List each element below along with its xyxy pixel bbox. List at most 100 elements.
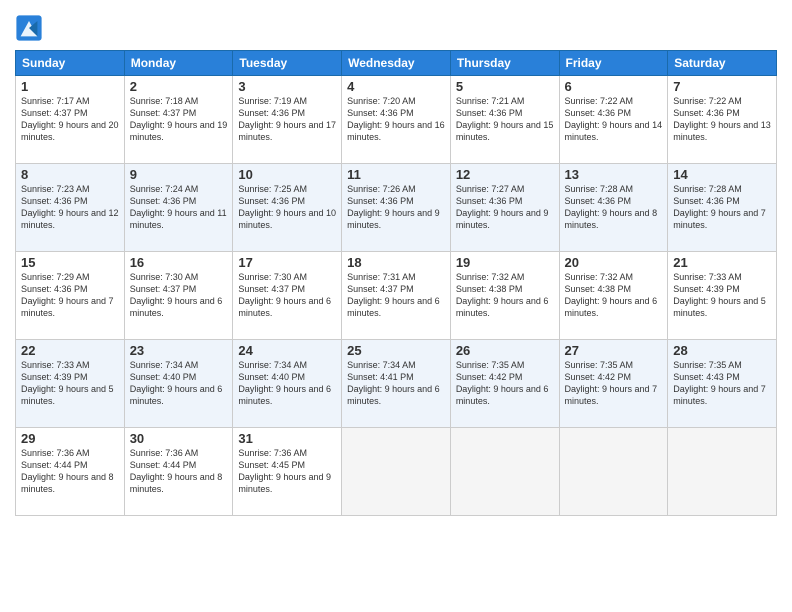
calendar-week-3: 15Sunrise: 7:29 AMSunset: 4:36 PMDayligh… bbox=[16, 252, 777, 340]
day-number: 19 bbox=[456, 255, 554, 270]
logo-icon bbox=[15, 14, 43, 42]
col-header-tuesday: Tuesday bbox=[233, 51, 342, 76]
day-number: 6 bbox=[565, 79, 663, 94]
calendar-day-empty bbox=[559, 428, 668, 516]
day-info: Sunrise: 7:34 AMSunset: 4:41 PMDaylight:… bbox=[347, 359, 445, 408]
calendar-day-4: 4Sunrise: 7:20 AMSunset: 4:36 PMDaylight… bbox=[342, 76, 451, 164]
day-info: Sunrise: 7:22 AMSunset: 4:36 PMDaylight:… bbox=[565, 95, 663, 144]
calendar-day-31: 31Sunrise: 7:36 AMSunset: 4:45 PMDayligh… bbox=[233, 428, 342, 516]
calendar-week-2: 8Sunrise: 7:23 AMSunset: 4:36 PMDaylight… bbox=[16, 164, 777, 252]
calendar-day-empty bbox=[450, 428, 559, 516]
calendar-table: SundayMondayTuesdayWednesdayThursdayFrid… bbox=[15, 50, 777, 516]
calendar-day-17: 17Sunrise: 7:30 AMSunset: 4:37 PMDayligh… bbox=[233, 252, 342, 340]
calendar-day-empty bbox=[342, 428, 451, 516]
day-number: 1 bbox=[21, 79, 119, 94]
calendar-header-row: SundayMondayTuesdayWednesdayThursdayFrid… bbox=[16, 51, 777, 76]
calendar-day-13: 13Sunrise: 7:28 AMSunset: 4:36 PMDayligh… bbox=[559, 164, 668, 252]
day-info: Sunrise: 7:34 AMSunset: 4:40 PMDaylight:… bbox=[238, 359, 336, 408]
day-number: 25 bbox=[347, 343, 445, 358]
day-number: 21 bbox=[673, 255, 771, 270]
calendar-day-2: 2Sunrise: 7:18 AMSunset: 4:37 PMDaylight… bbox=[124, 76, 233, 164]
day-number: 26 bbox=[456, 343, 554, 358]
day-info: Sunrise: 7:30 AMSunset: 4:37 PMDaylight:… bbox=[130, 271, 228, 320]
calendar-day-30: 30Sunrise: 7:36 AMSunset: 4:44 PMDayligh… bbox=[124, 428, 233, 516]
calendar-day-20: 20Sunrise: 7:32 AMSunset: 4:38 PMDayligh… bbox=[559, 252, 668, 340]
calendar-day-15: 15Sunrise: 7:29 AMSunset: 4:36 PMDayligh… bbox=[16, 252, 125, 340]
day-number: 23 bbox=[130, 343, 228, 358]
day-info: Sunrise: 7:35 AMSunset: 4:43 PMDaylight:… bbox=[673, 359, 771, 408]
day-info: Sunrise: 7:28 AMSunset: 4:36 PMDaylight:… bbox=[673, 183, 771, 232]
day-number: 22 bbox=[21, 343, 119, 358]
day-number: 27 bbox=[565, 343, 663, 358]
day-info: Sunrise: 7:17 AMSunset: 4:37 PMDaylight:… bbox=[21, 95, 119, 144]
day-info: Sunrise: 7:34 AMSunset: 4:40 PMDaylight:… bbox=[130, 359, 228, 408]
day-number: 29 bbox=[21, 431, 119, 446]
day-number: 31 bbox=[238, 431, 336, 446]
day-number: 11 bbox=[347, 167, 445, 182]
day-info: Sunrise: 7:31 AMSunset: 4:37 PMDaylight:… bbox=[347, 271, 445, 320]
col-header-sunday: Sunday bbox=[16, 51, 125, 76]
day-info: Sunrise: 7:36 AMSunset: 4:45 PMDaylight:… bbox=[238, 447, 336, 496]
day-number: 17 bbox=[238, 255, 336, 270]
calendar-day-28: 28Sunrise: 7:35 AMSunset: 4:43 PMDayligh… bbox=[668, 340, 777, 428]
day-info: Sunrise: 7:30 AMSunset: 4:37 PMDaylight:… bbox=[238, 271, 336, 320]
day-info: Sunrise: 7:25 AMSunset: 4:36 PMDaylight:… bbox=[238, 183, 336, 232]
day-info: Sunrise: 7:32 AMSunset: 4:38 PMDaylight:… bbox=[456, 271, 554, 320]
day-number: 14 bbox=[673, 167, 771, 182]
day-info: Sunrise: 7:28 AMSunset: 4:36 PMDaylight:… bbox=[565, 183, 663, 232]
day-info: Sunrise: 7:35 AMSunset: 4:42 PMDaylight:… bbox=[456, 359, 554, 408]
col-header-monday: Monday bbox=[124, 51, 233, 76]
day-info: Sunrise: 7:19 AMSunset: 4:36 PMDaylight:… bbox=[238, 95, 336, 144]
calendar-day-24: 24Sunrise: 7:34 AMSunset: 4:40 PMDayligh… bbox=[233, 340, 342, 428]
calendar-day-27: 27Sunrise: 7:35 AMSunset: 4:42 PMDayligh… bbox=[559, 340, 668, 428]
day-info: Sunrise: 7:23 AMSunset: 4:36 PMDaylight:… bbox=[21, 183, 119, 232]
page: SundayMondayTuesdayWednesdayThursdayFrid… bbox=[0, 0, 792, 612]
calendar-day-6: 6Sunrise: 7:22 AMSunset: 4:36 PMDaylight… bbox=[559, 76, 668, 164]
day-info: Sunrise: 7:20 AMSunset: 4:36 PMDaylight:… bbox=[347, 95, 445, 144]
calendar-day-9: 9Sunrise: 7:24 AMSunset: 4:36 PMDaylight… bbox=[124, 164, 233, 252]
calendar-day-10: 10Sunrise: 7:25 AMSunset: 4:36 PMDayligh… bbox=[233, 164, 342, 252]
calendar-week-5: 29 Sunrise: 7:36 AMSunset: 4:44 PMDayligh… bbox=[16, 428, 777, 516]
day-number: 10 bbox=[238, 167, 336, 182]
day-number: 30 bbox=[130, 431, 228, 446]
calendar-day-21: 21Sunrise: 7:33 AMSunset: 4:39 PMDayligh… bbox=[668, 252, 777, 340]
day-number: 15 bbox=[21, 255, 119, 270]
day-number: 7 bbox=[673, 79, 771, 94]
day-info: Sunrise: 7:22 AMSunset: 4:36 PMDaylight:… bbox=[673, 95, 771, 144]
calendar-day-22: 22Sunrise: 7:33 AMSunset: 4:39 PMDayligh… bbox=[16, 340, 125, 428]
calendar-day-16: 16Sunrise: 7:30 AMSunset: 4:37 PMDayligh… bbox=[124, 252, 233, 340]
calendar-day-5: 5Sunrise: 7:21 AMSunset: 4:36 PMDaylight… bbox=[450, 76, 559, 164]
col-header-wednesday: Wednesday bbox=[342, 51, 451, 76]
calendar-day-8: 8Sunrise: 7:23 AMSunset: 4:36 PMDaylight… bbox=[16, 164, 125, 252]
day-info: Sunrise: 7:29 AMSunset: 4:36 PMDaylight:… bbox=[21, 271, 119, 320]
day-info: Sunrise: 7:18 AMSunset: 4:37 PMDaylight:… bbox=[130, 95, 228, 144]
header bbox=[15, 10, 777, 42]
day-number: 28 bbox=[673, 343, 771, 358]
col-header-thursday: Thursday bbox=[450, 51, 559, 76]
calendar-day-26: 26Sunrise: 7:35 AMSunset: 4:42 PMDayligh… bbox=[450, 340, 559, 428]
day-info: Sunrise: 7:36 AMSunset: 4:44 PMDaylight:… bbox=[130, 447, 228, 496]
day-number: 5 bbox=[456, 79, 554, 94]
calendar-day-18: 18Sunrise: 7:31 AMSunset: 4:37 PMDayligh… bbox=[342, 252, 451, 340]
calendar-day-empty bbox=[668, 428, 777, 516]
day-info: Sunrise: 7:26 AMSunset: 4:36 PMDaylight:… bbox=[347, 183, 445, 232]
day-info: Sunrise: 7:21 AMSunset: 4:36 PMDaylight:… bbox=[456, 95, 554, 144]
calendar-day-1: 1Sunrise: 7:17 AMSunset: 4:37 PMDaylight… bbox=[16, 76, 125, 164]
day-number: 9 bbox=[130, 167, 228, 182]
col-header-friday: Friday bbox=[559, 51, 668, 76]
calendar-day-7: 7Sunrise: 7:22 AMSunset: 4:36 PMDaylight… bbox=[668, 76, 777, 164]
day-number: 24 bbox=[238, 343, 336, 358]
calendar-day-19: 19Sunrise: 7:32 AMSunset: 4:38 PMDayligh… bbox=[450, 252, 559, 340]
calendar-day-11: 11Sunrise: 7:26 AMSunset: 4:36 PMDayligh… bbox=[342, 164, 451, 252]
day-number: 12 bbox=[456, 167, 554, 182]
day-info: Sunrise: 7:24 AMSunset: 4:36 PMDaylight:… bbox=[130, 183, 228, 232]
calendar-week-4: 22Sunrise: 7:33 AMSunset: 4:39 PMDayligh… bbox=[16, 340, 777, 428]
calendar-day-25: 25Sunrise: 7:34 AMSunset: 4:41 PMDayligh… bbox=[342, 340, 451, 428]
day-number: 18 bbox=[347, 255, 445, 270]
logo bbox=[15, 14, 45, 42]
day-number: 3 bbox=[238, 79, 336, 94]
day-number: 20 bbox=[565, 255, 663, 270]
calendar-day-14: 14Sunrise: 7:28 AMSunset: 4:36 PMDayligh… bbox=[668, 164, 777, 252]
calendar-day-29: 29Sunrise: 7:36 AMSunset: 4:44 PMDayligh… bbox=[16, 428, 125, 516]
day-number: 8 bbox=[21, 167, 119, 182]
